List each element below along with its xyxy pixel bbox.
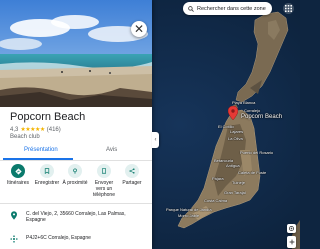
tab-overview[interactable]: Présentation bbox=[24, 147, 58, 153]
rating-value: 4,3 bbox=[10, 126, 19, 133]
save-label: Enregistrer bbox=[34, 180, 60, 186]
chevron-left-icon: ‹ bbox=[154, 137, 157, 143]
map-label-parque-natural: Parque Natural de Jandía bbox=[166, 207, 212, 212]
map-pin-label[interactable]: Popcorn Beach bbox=[241, 114, 282, 120]
map-label-la-oliva: La Oliva bbox=[228, 136, 243, 141]
search-this-area-label: Rechercher dans cette zone bbox=[197, 5, 266, 12]
place-details-panel: ✕ Popcorn Beach 4,3 ★★★★★ (416) Beach cl… bbox=[0, 0, 152, 249]
google-apps-button[interactable] bbox=[283, 3, 294, 14]
active-tab-indicator bbox=[3, 158, 73, 160]
zoom-plus-icon bbox=[289, 239, 294, 245]
section-divider bbox=[0, 203, 152, 204]
search-icon bbox=[188, 5, 194, 12]
share-label: Partager bbox=[122, 180, 142, 186]
save-button[interactable]: Enregistrer bbox=[33, 164, 61, 186]
review-count-link[interactable]: (416) bbox=[47, 127, 61, 133]
address-text: C. del Viejo, 2, 35660 Corralejo, Las Pa… bbox=[26, 211, 126, 223]
map-label-costa-calma: Costa Calma bbox=[204, 198, 228, 203]
map-label-gran-tarajal: Gran Tarajal bbox=[224, 190, 246, 195]
map-label-puerto-del-rosario: Puerto del Rosario bbox=[240, 150, 274, 155]
map-label-morro-jable: Morro Jable bbox=[178, 213, 200, 218]
map-label-caleta-de-fuste: Caleta de Fuste bbox=[238, 170, 267, 175]
directions-label: Itinéraires bbox=[7, 180, 29, 186]
close-icon: ✕ bbox=[133, 22, 145, 36]
send-to-phone-button[interactable]: Envoyer vers un téléphone bbox=[90, 164, 118, 198]
share-icon bbox=[129, 168, 135, 174]
tab-reviews[interactable]: Avis bbox=[106, 147, 117, 153]
place-tabs: Présentation Avis bbox=[0, 144, 152, 161]
action-buttons: Itinéraires Enregistrer À proximité Envo… bbox=[0, 164, 152, 204]
map-label-antigua: Antigua bbox=[226, 163, 240, 168]
phone-icon bbox=[102, 168, 106, 174]
map-pin-icon[interactable] bbox=[228, 106, 238, 120]
directions-button[interactable]: Itinéraires bbox=[4, 164, 32, 186]
map-label-lajares: Lajares bbox=[230, 129, 244, 134]
search-this-area-button[interactable]: Rechercher dans cette zone bbox=[183, 2, 272, 15]
plus-code-icon bbox=[10, 235, 18, 243]
zoom-in-button[interactable] bbox=[287, 236, 296, 248]
collapse-panel-button[interactable]: ‹ bbox=[152, 132, 159, 148]
directions-icon bbox=[14, 167, 22, 175]
rating-row: 4,3 ★★★★★ (416) bbox=[10, 126, 61, 134]
map-label-corralejo: Corralejo bbox=[244, 108, 261, 113]
nearby-label: À proximité bbox=[62, 180, 88, 186]
map-label-pajara: Pájara bbox=[212, 176, 224, 181]
place-category[interactable]: Beach club bbox=[10, 134, 40, 140]
address-row[interactable]: C. del Viejo, 2, 35660 Corralejo, Las Pa… bbox=[10, 211, 145, 223]
share-button[interactable]: Partager bbox=[118, 164, 146, 186]
nearby-button[interactable]: À proximité bbox=[61, 164, 89, 186]
my-location-button[interactable] bbox=[287, 224, 296, 233]
rating-stars: ★★★★★ bbox=[20, 127, 45, 133]
place-name: Popcorn Beach bbox=[10, 111, 86, 123]
close-button[interactable]: ✕ bbox=[131, 21, 147, 37]
nearby-icon bbox=[73, 168, 77, 174]
location-target-icon bbox=[288, 225, 295, 232]
map-label-tuineje: Tuineje bbox=[232, 180, 245, 185]
plus-code-text: P4J2+6C Corralejo, Espagne bbox=[26, 235, 91, 241]
plus-code-row[interactable]: P4J2+6C Corralejo, Espagne bbox=[10, 235, 145, 243]
map-label-playa-blanca: Playa Blanca bbox=[232, 100, 256, 105]
apps-grid-icon bbox=[285, 5, 292, 12]
place-photo[interactable] bbox=[0, 0, 152, 107]
send-to-phone-label: Envoyer vers un téléphone bbox=[93, 180, 115, 198]
location-pin-icon bbox=[11, 211, 17, 220]
bookmark-icon bbox=[44, 168, 50, 174]
